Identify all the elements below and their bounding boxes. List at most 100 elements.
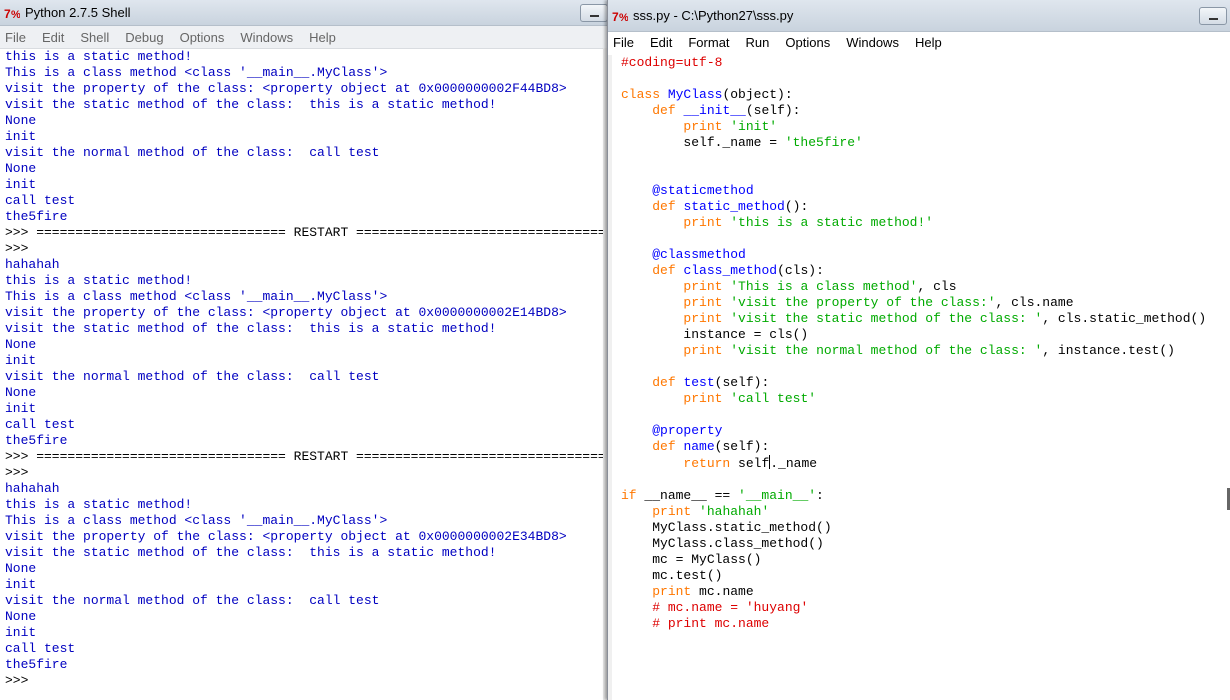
shell-output-line: init (5, 353, 37, 368)
shell-output-line: the5fire (5, 433, 68, 448)
editor-menu-options[interactable]: Options (777, 35, 838, 50)
code-token: 'this is a static method!' (730, 215, 934, 230)
shell-menu-file[interactable]: File (0, 30, 34, 45)
code-token: print (683, 279, 723, 294)
shell-output-line: this is a static method! (5, 273, 193, 288)
shell-output-line: visit the normal method of the class: ca… (5, 145, 380, 160)
code-line: @classmethod (621, 247, 1206, 263)
code-line: return self._name (621, 455, 1206, 472)
code-token: '__main__' (738, 488, 817, 503)
code-line: print 'This is a class method', cls (621, 279, 1206, 295)
editor-menu-bar: File Edit Format Run Options Windows Help (608, 32, 1230, 53)
editor-menu-format[interactable]: Format (680, 35, 737, 50)
code-line: MyClass.static_method() (621, 520, 1206, 536)
code-line: def class_method(cls): (621, 263, 1206, 279)
editor-menu-edit[interactable]: Edit (642, 35, 680, 50)
shell-output-line: visit the property of the class: <proper… (5, 305, 567, 320)
editor-title-bar[interactable]: 7% sss.py - C:\Python27\sss.py (608, 0, 1230, 32)
shell-output-line: visit the static method of the class: th… (5, 97, 497, 112)
code-token: ._name (770, 456, 818, 471)
shell-output-line: visit the property of the class: <proper… (5, 529, 567, 544)
code-token: MyClass.class_method() (621, 536, 824, 551)
shell-menu-shell[interactable]: Shell (72, 30, 117, 45)
shell-title-bar[interactable]: 7% Python 2.7.5 Shell (0, 0, 612, 26)
minimize-button[interactable] (1199, 6, 1227, 25)
python-idle-icon: 7% (3, 5, 21, 21)
code-token: (self): (714, 375, 770, 390)
shell-output[interactable]: this is a static method! This is a class … (5, 49, 606, 689)
code-token: print (683, 119, 723, 134)
shell-menu-windows[interactable]: Windows (232, 30, 301, 45)
code-editor[interactable]: #coding=utf-8 class MyClass(object): def… (621, 55, 1206, 632)
editor-menu-file[interactable]: File (608, 35, 642, 50)
shell-output-line: visit the normal method of the class: ca… (5, 369, 380, 384)
code-token: 'the5fire' (784, 135, 863, 150)
code-line: def __init__(self): (621, 103, 1206, 119)
shell-output-line: None (5, 113, 37, 128)
code-token: @staticmethod (652, 183, 754, 198)
code-token: mc.test() (621, 568, 723, 583)
code-token: : (816, 488, 824, 503)
code-line: print 'init' (621, 119, 1206, 135)
code-token: if (621, 488, 637, 503)
code-line: def static_method(): (621, 199, 1206, 215)
code-token: def (652, 263, 676, 278)
shell-output-line: visit the static method of the class: th… (5, 321, 497, 336)
shell-output-line: visit the property of the class: <proper… (5, 81, 567, 96)
editor-title: sss.py - C:\Python27\sss.py (633, 8, 794, 23)
code-line: print 'call test' (621, 391, 1206, 407)
code-line: print 'visit the static method of the cl… (621, 311, 1206, 327)
code-line: if __name__ == '__main__': (621, 488, 1206, 504)
editor-menu-help[interactable]: Help (907, 35, 950, 50)
code-token: name (683, 439, 715, 454)
shell-output-line: call test (5, 193, 76, 208)
code-token: , cls.name (995, 295, 1074, 310)
shell-output-line: None (5, 609, 37, 624)
shell-output-line: the5fire (5, 657, 68, 672)
code-token: test (683, 375, 715, 390)
shell-menu-bar: File Edit Shell Debug Options Windows Help (0, 26, 612, 49)
code-token: mc = MyClass() (621, 552, 762, 567)
code-token: , cls.static_method() (1042, 311, 1207, 326)
code-line: mc = MyClass() (621, 552, 1206, 568)
code-token: 'call test' (730, 391, 817, 406)
code-line: class MyClass(object): (621, 87, 1206, 103)
code-token: def (652, 103, 676, 118)
code-line: print 'hahahah' (621, 504, 1206, 520)
shell-menu-help[interactable]: Help (301, 30, 344, 45)
code-token: class_method (683, 263, 778, 278)
editor-window: 7% sss.py - C:\Python27\sss.py File Edit F… (607, 0, 1230, 700)
code-token: mc.name (691, 584, 754, 599)
code-token: instance = cls() (621, 327, 809, 342)
shell-output-line: init (5, 129, 37, 144)
code-token: 'visit the property of the class:' (730, 295, 996, 310)
minimize-icon (1208, 17, 1218, 20)
shell-output-line: call test (5, 417, 76, 432)
code-token: static_method (683, 199, 785, 214)
editor-menu-run[interactable]: Run (738, 35, 778, 50)
code-token: #coding=utf-8 (621, 55, 723, 70)
minimize-button[interactable] (580, 3, 608, 22)
code-line: MyClass.class_method() (621, 536, 1206, 552)
shell-menu-options[interactable]: Options (172, 30, 233, 45)
shell-output-line: init (5, 401, 37, 416)
shell-menu-debug[interactable]: Debug (117, 30, 171, 45)
editor-menu-windows[interactable]: Windows (838, 35, 907, 50)
code-token: (): (784, 199, 809, 214)
code-line: instance = cls() (621, 327, 1206, 343)
code-token: , cls (917, 279, 957, 294)
shell-menu-edit[interactable]: Edit (34, 30, 72, 45)
